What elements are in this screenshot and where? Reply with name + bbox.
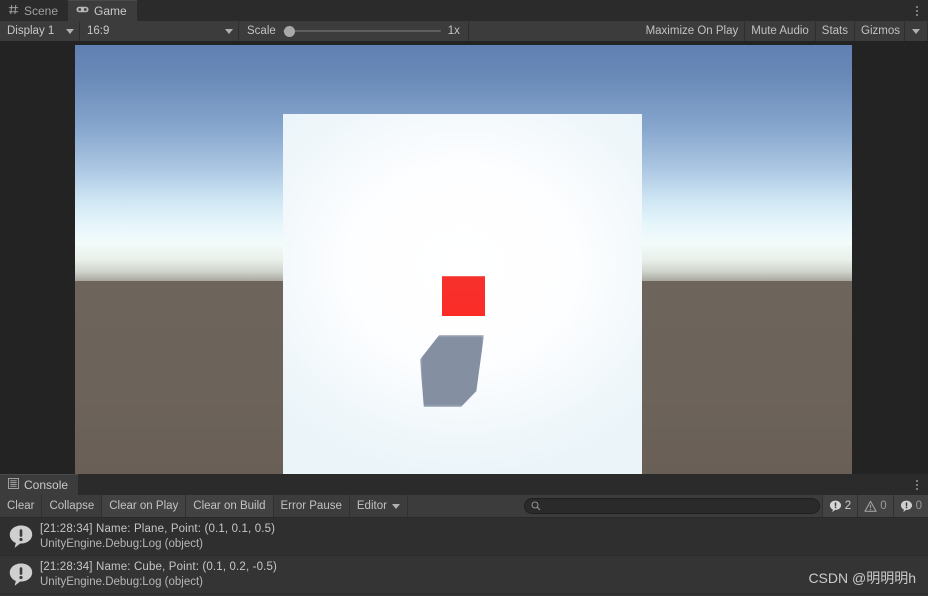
log-message: [21:28:34] Name: Cube, Point: (0.1, 0.2,… [40, 560, 277, 575]
display-dropdown-label: Display 1 [7, 25, 54, 37]
log-message-icon [8, 562, 34, 588]
warning-counter[interactable]: 0 [857, 495, 892, 517]
grid-icon [8, 4, 19, 18]
warning-count: 0 [880, 500, 886, 512]
console-log-list[interactable]: [21:28:34] Name: Plane, Point: (0.1, 0.1… [0, 518, 928, 596]
collapse-button[interactable]: Collapse [42, 495, 102, 517]
mute-audio-button[interactable]: Mute Audio [745, 21, 816, 41]
maximize-on-play-button[interactable]: Maximize On Play [640, 21, 746, 41]
toolbar-spacer [469, 21, 640, 41]
console-search-box[interactable] [524, 498, 820, 514]
tab-game-label: Game [94, 4, 127, 18]
chevron-down-icon [225, 29, 233, 34]
display-dropdown[interactable]: Display 1 [0, 21, 80, 41]
warning-icon [864, 500, 877, 513]
stats-button[interactable]: Stats [816, 21, 855, 41]
info-icon [900, 500, 913, 513]
aspect-ratio-dropdown[interactable]: 16:9 [80, 21, 239, 41]
gizmos-button[interactable]: Gizmos [855, 21, 904, 41]
console-toolbar-spacer [408, 495, 524, 517]
scale-label: Scale [247, 25, 276, 37]
editor-dropdown-label: Editor [357, 500, 387, 512]
search-input[interactable] [531, 500, 819, 512]
error-counter[interactable]: 2 [822, 495, 857, 517]
log-entry-text: [21:28:34] Name: Plane, Point: (0.1, 0.1… [40, 522, 275, 552]
game-view-background [0, 42, 928, 474]
console-tabbar-empty-space [78, 474, 906, 495]
console-toolbar: Clear Collapse Clear on Play Clear on Bu… [0, 495, 928, 518]
error-count: 2 [845, 500, 851, 512]
kebab-menu-icon[interactable] [906, 0, 928, 21]
log-message: [21:28:34] Name: Plane, Point: (0.1, 0.1… [40, 522, 275, 537]
log-counters: 2 0 [822, 495, 928, 517]
game-toolbar-right-group: Maximize On Play Mute Audio Stats Gizmos [640, 21, 928, 41]
tab-game[interactable]: Game [68, 0, 137, 21]
tab-console-label: Console [24, 478, 68, 492]
chevron-down-icon [66, 29, 74, 34]
clear-button[interactable]: Clear [0, 495, 42, 517]
scale-control-group: Scale 1x [239, 21, 469, 41]
console-tabbar: Console [0, 474, 928, 495]
log-stacktrace: UnityEngine.Debug:Log (object) [40, 575, 277, 590]
search-icon [531, 501, 541, 511]
console-panel: Console Clear Collapse Clear on Play Cle… [0, 474, 928, 596]
scale-slider-handle[interactable] [284, 26, 295, 37]
tab-scene-label: Scene [24, 4, 58, 18]
clear-on-play-button[interactable]: Clear on Play [102, 495, 186, 517]
editor-dropdown[interactable]: Editor [350, 495, 408, 517]
tabbar-empty-space [137, 0, 906, 21]
tab-console[interactable]: Console [0, 474, 78, 495]
aspect-ratio-label: 16:9 [87, 25, 109, 37]
scale-slider-track [283, 30, 441, 32]
log-entry[interactable]: [21:28:34] Name: Cube, Point: (0.1, 0.2,… [0, 556, 928, 594]
console-list-icon [8, 478, 19, 492]
clear-on-build-button[interactable]: Clear on Build [186, 495, 273, 517]
unity-editor-window: Scene Game Display 1 [0, 0, 928, 596]
game-view-toolbar: Display 1 16:9 Scale 1x Maximize On Play… [0, 21, 928, 42]
log-stacktrace: UnityEngine.Debug:Log (object) [40, 537, 275, 552]
scale-value: 1x [448, 25, 460, 37]
log-message-icon [8, 524, 34, 550]
scale-slider[interactable] [283, 24, 441, 38]
error-icon [829, 500, 842, 513]
kebab-menu-icon[interactable] [906, 474, 928, 495]
game-panel: Scene Game Display 1 [0, 0, 928, 474]
tab-scene[interactable]: Scene [0, 0, 68, 21]
info-count: 0 [916, 500, 922, 512]
game-viewport[interactable] [75, 45, 852, 474]
log-entry-text: [21:28:34] Name: Cube, Point: (0.1, 0.2,… [40, 560, 277, 590]
gamepad-icon [76, 4, 89, 18]
info-counter[interactable]: 0 [893, 495, 928, 517]
error-pause-button[interactable]: Error Pause [274, 495, 350, 517]
game-panel-tabbar: Scene Game [0, 0, 928, 21]
chevron-down-icon [392, 504, 400, 509]
chevron-down-icon [912, 29, 920, 34]
red-cube-object [442, 276, 485, 316]
log-entry[interactable]: [21:28:34] Name: Plane, Point: (0.1, 0.1… [0, 518, 928, 556]
gizmos-dropdown-button[interactable] [904, 21, 928, 41]
